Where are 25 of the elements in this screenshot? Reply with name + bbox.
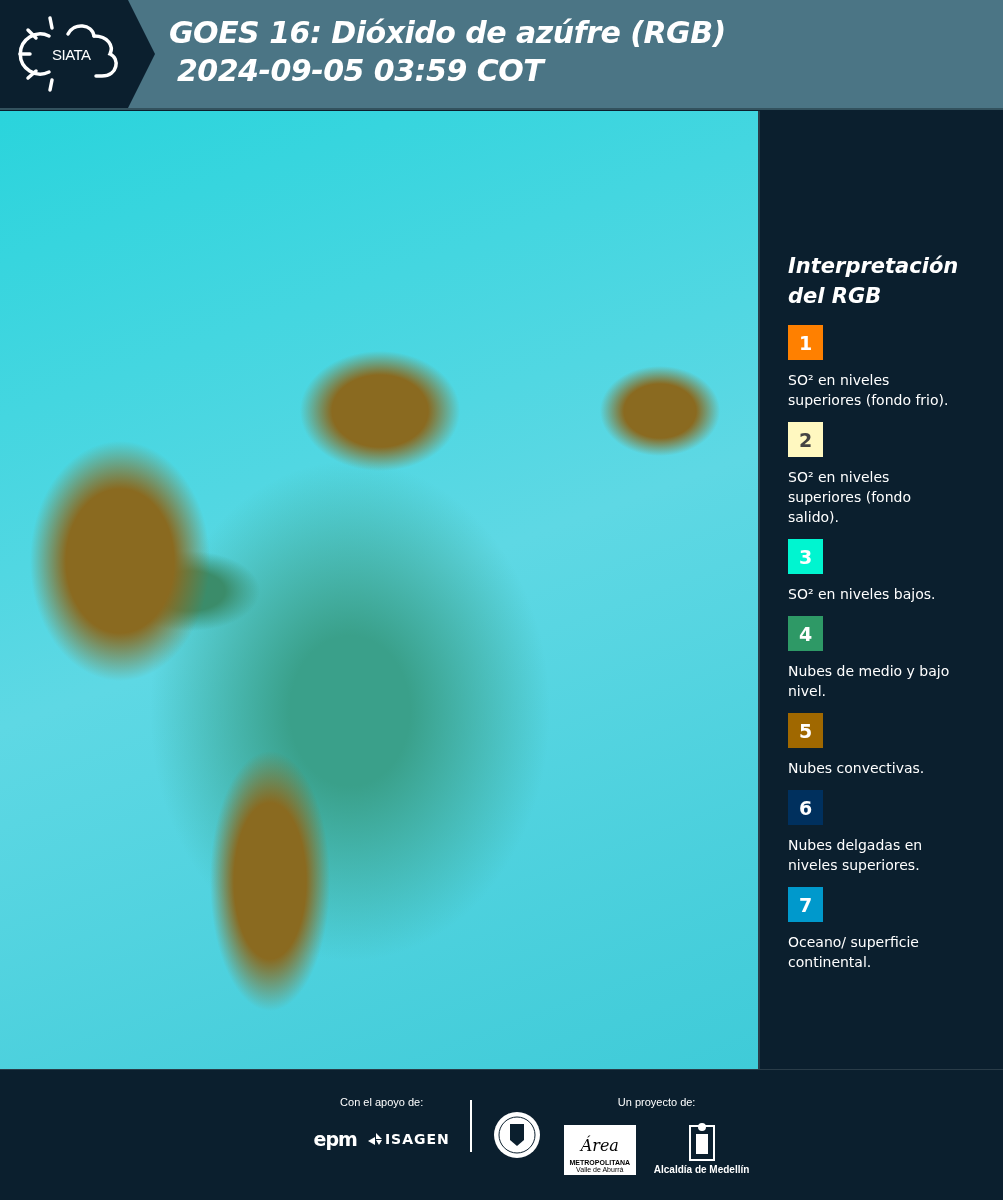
legend-swatch: 7 xyxy=(788,887,823,922)
logo-text: SIATA xyxy=(52,46,91,63)
legend-description: SO² en niveles bajos. xyxy=(788,585,937,604)
legend-description: SO² en niveles superiores (fondo salido). xyxy=(788,468,912,527)
map-title: GOES 16: Dióxido de azúfre (RGB) xyxy=(169,14,726,52)
legend-description: Oceano/ superficie continental. xyxy=(788,933,920,972)
sponsor-logo: epm xyxy=(313,1128,357,1151)
sponsor-logo: ISAGEN xyxy=(366,1131,450,1148)
legend-description: Nubes delgadas en niveles superiores. xyxy=(788,836,924,875)
support-label: Con el apoyo de: xyxy=(340,1096,424,1109)
legend-description: Nubes convectivas. xyxy=(788,759,926,778)
legend-description: Nubes de medio y bajo nivel. xyxy=(788,662,951,701)
legend-swatch: 5 xyxy=(788,713,823,748)
map-timestamp: 2024-09-05 03:59 COT xyxy=(176,52,547,90)
coat-of-arms-icon xyxy=(687,1122,716,1163)
legend-swatch: 3 xyxy=(788,539,823,574)
seal-icon xyxy=(491,1110,542,1161)
legend-swatch: 1 xyxy=(788,325,823,360)
alcaldia-logo-text: Alcaldía de Medellín xyxy=(653,1164,750,1176)
legend-swatch: 4 xyxy=(788,616,823,651)
project-label: Un proyecto de: xyxy=(617,1096,696,1109)
legend-swatch: 2 xyxy=(788,422,823,457)
legend-description: SO² en niveles superiores (fondo frio). xyxy=(788,371,950,410)
legend-swatch: 6 xyxy=(788,790,823,825)
legend-title: Interpretación del RGB xyxy=(788,253,960,310)
